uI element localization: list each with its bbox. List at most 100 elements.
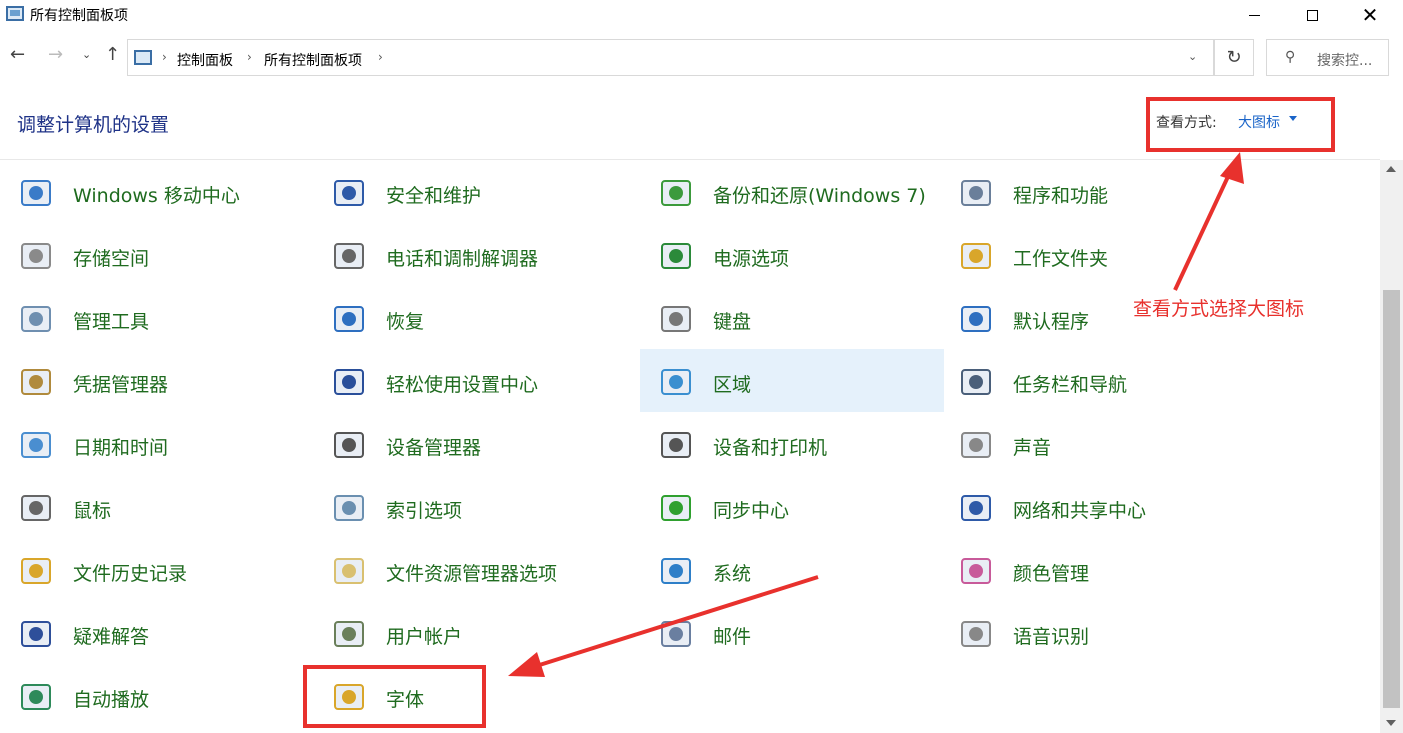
control-panel-item[interactable]: Windows 移动中心 — [0, 166, 313, 223]
default-programs-icon — [957, 301, 997, 341]
control-panel-item-label: 管理工具 — [73, 311, 150, 333]
control-panel-item[interactable]: 凭据管理器 — [0, 349, 313, 412]
control-panel-item[interactable]: 恢复 — [313, 286, 626, 349]
control-panel-item[interactable]: 网络和共享中心 — [940, 475, 1253, 538]
flag-icon — [330, 175, 370, 215]
control-panel-item[interactable]: 电源选项 — [640, 223, 944, 286]
breadcrumb-chevron-icon[interactable]: › — [247, 50, 252, 64]
calendar-clock-icon — [17, 427, 57, 467]
view-highlight-box — [1146, 97, 1335, 152]
breadcrumb-control-panel[interactable]: 控制面板 — [177, 50, 233, 70]
control-panel-item-label: 颜色管理 — [1013, 563, 1090, 585]
back-button[interactable]: ← — [10, 44, 25, 65]
mail-icon — [657, 616, 697, 656]
up-button[interactable]: ↑ — [105, 44, 120, 65]
control-panel-item[interactable]: 程序和功能 — [940, 166, 1253, 223]
keyboard-icon — [657, 301, 697, 341]
minimize-button[interactable] — [1231, 0, 1277, 30]
control-panel-item[interactable]: 索引选项 — [313, 475, 626, 538]
control-panel-item[interactable]: 区域 — [640, 349, 944, 412]
control-panel-item[interactable]: 疑难解答 — [0, 601, 313, 664]
control-panel-item[interactable]: 文件资源管理器选项 — [313, 538, 626, 601]
control-panel-item[interactable]: 存储空间 — [0, 223, 313, 286]
breadcrumb-chevron-icon[interactable]: › — [162, 50, 167, 64]
address-dropdown-icon[interactable]: ⌄ — [1188, 50, 1197, 63]
control-panel-item[interactable]: 邮件 — [640, 601, 944, 664]
window-title: 所有控制面板项 — [30, 8, 128, 24]
programs-icon — [957, 175, 997, 215]
control-panel-icon — [134, 50, 152, 65]
microphone-icon — [957, 616, 997, 656]
search-input[interactable]: ⚲ 搜索控... — [1266, 39, 1389, 76]
address-bar[interactable]: › 控制面板 › 所有控制面板项 › ⌄ — [127, 39, 1214, 76]
recent-locations-dropdown[interactable]: ⌄ — [82, 48, 91, 61]
folder-options-icon — [330, 553, 370, 593]
control-panel-item-label: 文件历史记录 — [73, 563, 188, 585]
control-panel-item[interactable]: 文件历史记录 — [0, 538, 313, 601]
computer-icon — [657, 553, 697, 593]
control-panel-item-label: 轻松使用设置中心 — [386, 374, 539, 396]
control-panel-item-label: 鼠标 — [73, 500, 112, 522]
control-panel-item[interactable]: 系统 — [640, 538, 944, 601]
scroll-down-icon[interactable] — [1386, 720, 1396, 726]
speaker-icon — [957, 427, 997, 467]
control-panel-item[interactable]: 工作文件夹 — [940, 223, 1253, 286]
page-title: 调整计算机的设置 — [17, 114, 170, 136]
control-panel-item[interactable]: 语音识别 — [940, 601, 1253, 664]
control-panel-item-label: 键盘 — [713, 311, 752, 333]
storage-icon — [17, 238, 57, 278]
control-panel-item-label: 系统 — [713, 563, 752, 585]
control-panel-item[interactable]: 电话和调制解调器 — [313, 223, 626, 286]
control-panel-item[interactable]: 颜色管理 — [940, 538, 1253, 601]
control-panel-item[interactable]: 同步中心 — [640, 475, 944, 538]
mobility-center-icon — [17, 175, 57, 215]
control-panel-item[interactable]: 用户帐户 — [313, 601, 626, 664]
sync-icon — [657, 490, 697, 530]
breadcrumb-all-items[interactable]: 所有控制面板项 — [264, 50, 362, 70]
maximize-button[interactable] — [1289, 0, 1335, 30]
control-panel-item[interactable]: 鼠标 — [0, 475, 313, 538]
close-button[interactable]: ✕ — [1347, 0, 1393, 30]
breadcrumb-chevron-icon[interactable]: › — [378, 50, 383, 64]
control-panel-item[interactable]: 自动播放 — [0, 664, 313, 727]
control-panel-item-label: 凭据管理器 — [73, 374, 169, 396]
title-bar: 所有控制面板项 ✕ — [0, 0, 1403, 30]
maximize-icon — [1306, 9, 1318, 21]
scroll-up-icon[interactable] — [1386, 166, 1396, 172]
control-panel-item[interactable]: 任务栏和导航 — [940, 349, 1253, 412]
control-panel-item-label: 语音识别 — [1013, 626, 1090, 648]
refresh-button[interactable]: ↻ — [1214, 39, 1254, 76]
control-panel-item[interactable]: 日期和时间 — [0, 412, 313, 475]
device-manager-icon — [330, 427, 370, 467]
control-panel-item[interactable]: 备份和还原(Windows 7) — [640, 166, 944, 223]
search-icon: ⚲ — [1285, 49, 1296, 65]
autoplay-icon — [17, 679, 57, 719]
control-panel-item[interactable]: 设备管理器 — [313, 412, 626, 475]
backup-icon — [657, 175, 697, 215]
control-panel-item[interactable]: 管理工具 — [0, 286, 313, 349]
control-panel-item[interactable]: 安全和维护 — [313, 166, 626, 223]
control-panel-item[interactable]: 键盘 — [640, 286, 944, 349]
control-panel-item-label: Windows 移动中心 — [73, 185, 240, 207]
control-panel-item[interactable]: 设备和打印机 — [640, 412, 944, 475]
troubleshoot-icon — [17, 616, 57, 656]
annotation-text: 查看方式选择大图标 — [1133, 298, 1305, 320]
control-panel-item-label: 自动播放 — [73, 689, 150, 711]
printer-icon — [657, 427, 697, 467]
admin-tools-icon — [17, 301, 57, 341]
control-panel-item[interactable]: 轻松使用设置中心 — [313, 349, 626, 412]
file-history-icon — [17, 553, 57, 593]
control-panel-item-label: 程序和功能 — [1013, 185, 1109, 207]
users-icon — [330, 616, 370, 656]
work-folder-icon — [957, 238, 997, 278]
forward-button[interactable]: → — [48, 44, 63, 65]
control-panel-item-label: 用户帐户 — [386, 626, 463, 648]
control-panel-item[interactable]: 声音 — [940, 412, 1253, 475]
scrollbar-thumb[interactable] — [1383, 290, 1400, 708]
vertical-scrollbar[interactable] — [1380, 160, 1403, 733]
globe-clock-icon — [657, 364, 697, 404]
control-panel-item-label: 声音 — [1013, 437, 1052, 459]
control-panel-item-label: 工作文件夹 — [1013, 248, 1109, 270]
fonts-highlight-box — [303, 665, 486, 728]
control-panel-item-label: 默认程序 — [1013, 311, 1090, 333]
